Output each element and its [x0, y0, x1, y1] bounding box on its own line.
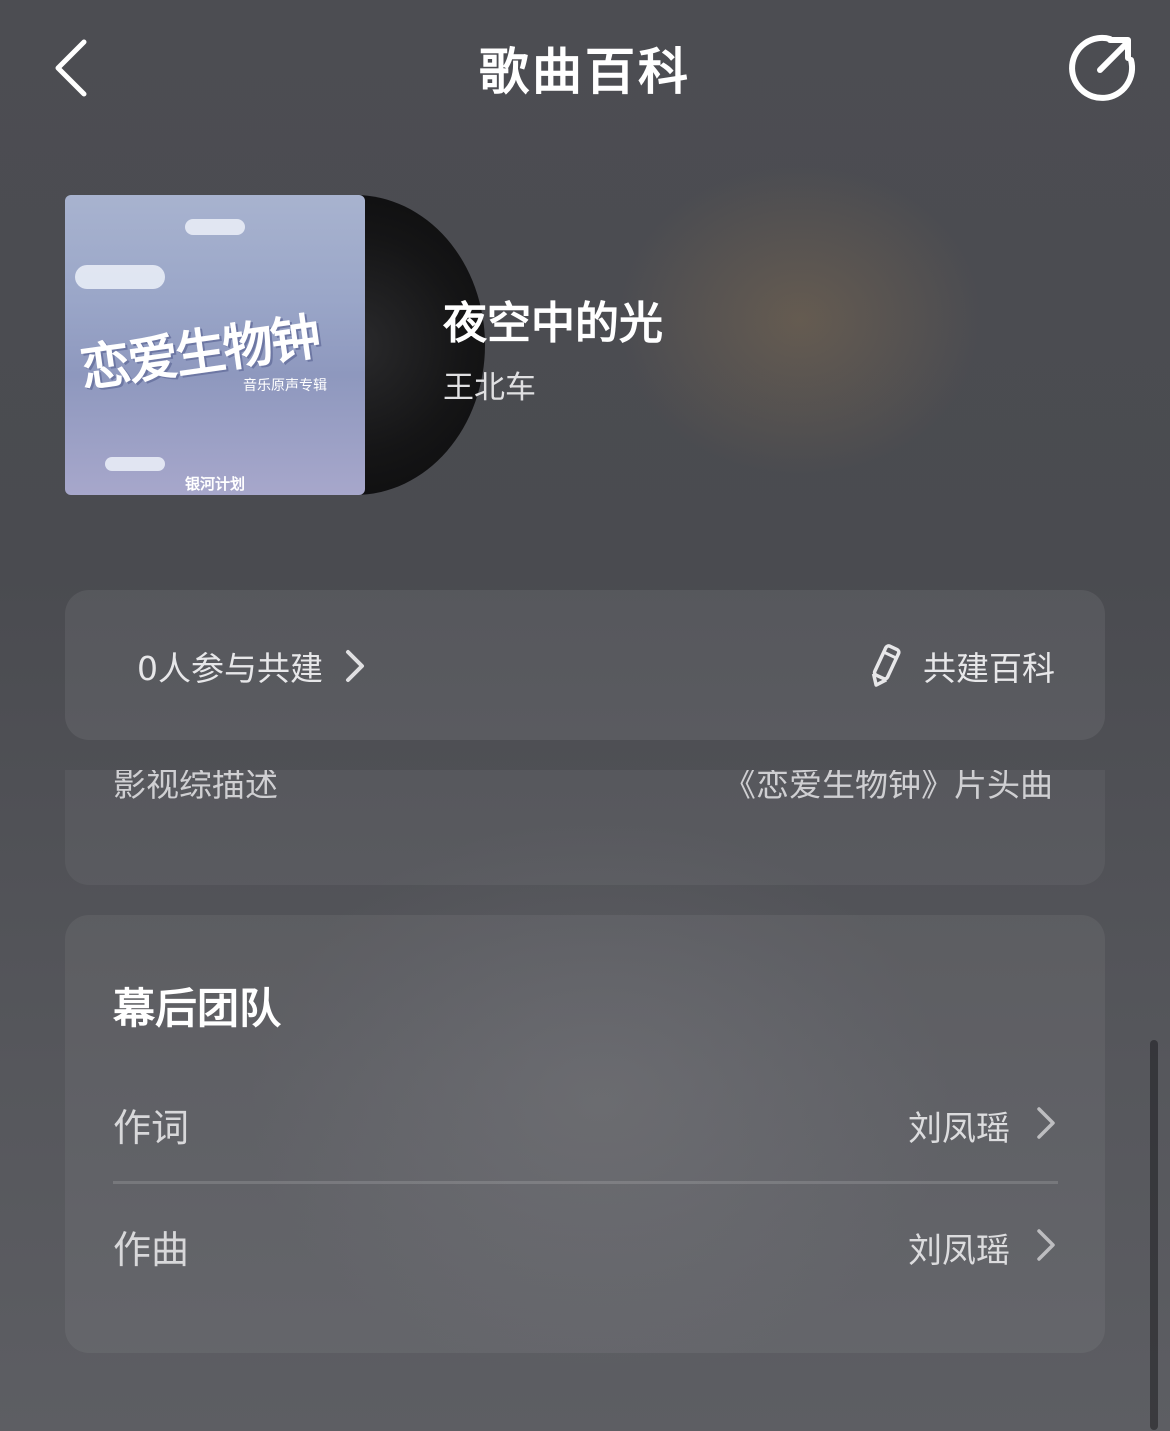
header: 歌曲百科: [0, 0, 1170, 140]
cobuild-card: 0人参与共建 共建百科: [65, 590, 1105, 740]
chevron-right-icon: [1037, 1229, 1055, 1261]
cover-subtitle: 音乐原声专辑: [243, 378, 327, 394]
page-title: 歌曲百科: [479, 43, 691, 101]
artist-name[interactable]: 王北车: [443, 362, 536, 407]
share-arrow-icon: [1069, 34, 1136, 101]
share-button[interactable]: [1064, 30, 1140, 106]
cobuild-button[interactable]: 共建百科: [865, 638, 1055, 694]
team-role: 作词: [113, 1106, 190, 1150]
participants-link[interactable]: 0人参与共建: [137, 638, 367, 694]
album-cover-group[interactable]: 恋爱生物钟 音乐原声专辑 银河计划: [65, 195, 485, 495]
description-label: 影视综描述: [113, 770, 278, 804]
pencil-icon: [871, 644, 901, 687]
song-title: 夜空中的光: [443, 298, 663, 349]
chevron-right-icon: [1037, 1107, 1055, 1139]
team-row-composer[interactable]: 作曲 刘凤瑶: [113, 1195, 1058, 1295]
team-person: 刘凤瑶: [908, 1231, 1010, 1271]
team-card: 幕后团队 作词 刘凤瑶 作曲 刘凤瑶: [65, 915, 1105, 1353]
cover-cloud: [105, 457, 165, 471]
participants-label: 0人参与共建: [137, 649, 323, 688]
team-person: 刘凤瑶: [908, 1109, 1010, 1149]
cover-cloud: [75, 265, 165, 289]
team-title: 幕后团队: [113, 984, 282, 1033]
team-role: 作曲: [113, 1228, 190, 1272]
description-card: 影视综描述 《恋爱生物钟》片头曲: [65, 770, 1105, 885]
chevron-right-icon: [346, 650, 364, 682]
team-row-lyricist[interactable]: 作词 刘凤瑶: [113, 1073, 1058, 1173]
description-value: 《恋爱生物钟》片头曲: [723, 770, 1053, 804]
cover-cloud: [185, 219, 245, 235]
album-cover: 恋爱生物钟 音乐原声专辑 银河计划: [65, 195, 365, 495]
cover-brand: 银河计划: [185, 475, 246, 493]
scrollbar[interactable]: [1150, 1040, 1158, 1430]
divider: [113, 1181, 1058, 1184]
cobuild-label: 共建百科: [923, 649, 1055, 688]
